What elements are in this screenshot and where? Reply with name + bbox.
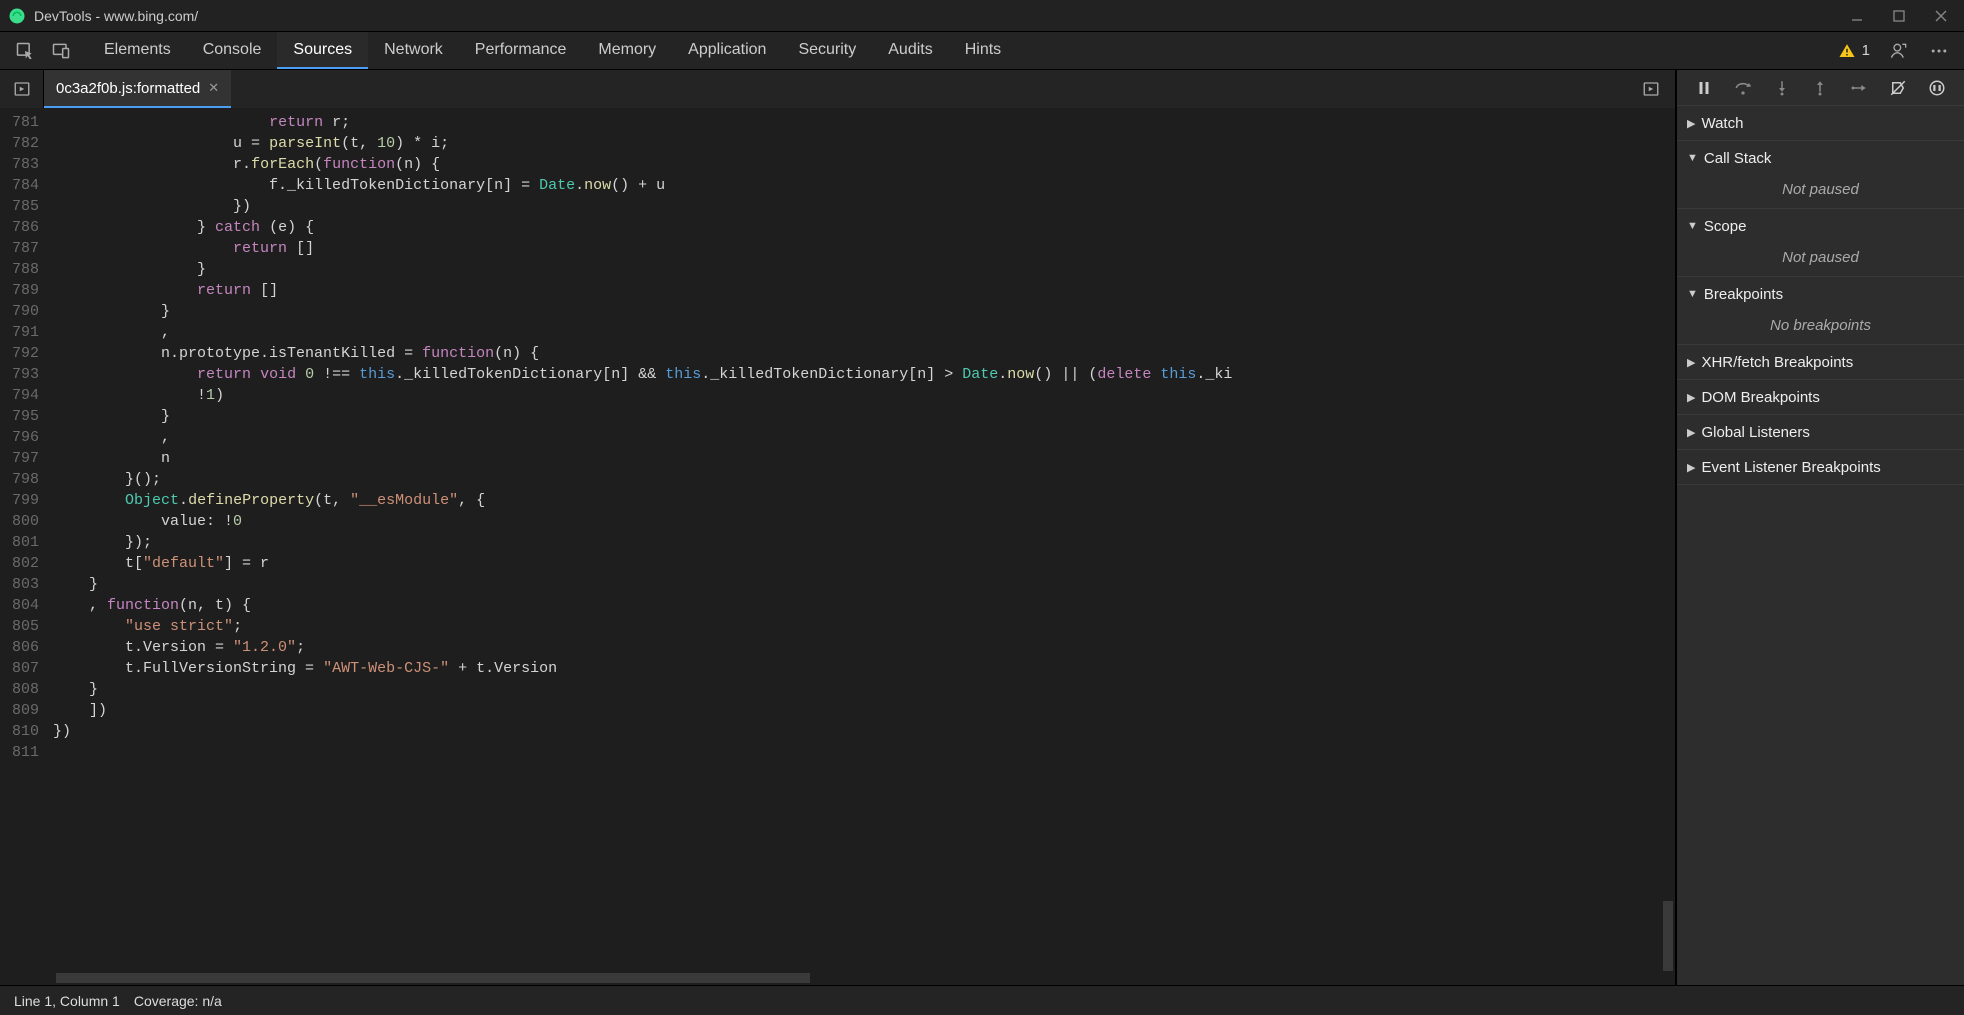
panel-message: Not paused: [1677, 243, 1964, 276]
panel-section: ▶ Watch: [1677, 106, 1964, 141]
chevron-down-icon: ▼: [1687, 288, 1698, 300]
maximize-button[interactable]: [1890, 7, 1908, 25]
main-tab-audits[interactable]: Audits: [872, 32, 948, 69]
warning-indicator[interactable]: 1: [1838, 42, 1870, 60]
panel-label: Watch: [1701, 115, 1743, 132]
deactivate-breakpoints-button[interactable]: [1887, 79, 1909, 97]
main-tab-elements[interactable]: Elements: [88, 32, 187, 69]
panel-message: No breakpoints: [1677, 311, 1964, 344]
main-tab-sources[interactable]: Sources: [277, 32, 368, 69]
file-tab-label: 0c3a2f0b.js:formatted: [56, 80, 200, 97]
main-tab-network[interactable]: Network: [368, 32, 459, 69]
chevron-right-icon: ▶: [1687, 356, 1695, 369]
panel-header[interactable]: ▶ XHR/fetch Breakpoints: [1677, 345, 1964, 379]
main-tab-performance[interactable]: Performance: [459, 32, 583, 69]
main-tab-hints[interactable]: Hints: [949, 32, 1017, 69]
pause-on-exceptions-button[interactable]: [1926, 79, 1948, 97]
panel-label: Global Listeners: [1701, 424, 1809, 441]
panel-header[interactable]: ▼ Scope: [1677, 209, 1964, 243]
element-picker-icon[interactable]: [14, 40, 36, 62]
debugger-toggle-button[interactable]: [1637, 80, 1665, 98]
status-bar: Line 1, Column 1 Coverage: n/a: [0, 985, 1964, 1015]
titlebar: DevTools - www.bing.com/: [0, 0, 1964, 32]
debugger-sidebar: ▶ Watch ▼ Call Stack Not paused ▼ Scope Not pau…: [1676, 70, 1964, 985]
sources-pane: 0c3a2f0b.js:formatted ✕ 7817827837847857…: [0, 70, 1676, 985]
panel-section: ▶ DOM Breakpoints: [1677, 380, 1964, 415]
panel-header[interactable]: ▶ Watch: [1677, 106, 1964, 140]
code-editor[interactable]: 7817827837847857867877887897907917927937…: [0, 108, 1675, 985]
panel-label: Call Stack: [1704, 150, 1772, 167]
feedback-icon[interactable]: [1888, 41, 1910, 61]
main-tab-application[interactable]: Application: [672, 32, 782, 69]
panel-header[interactable]: ▼ Call Stack: [1677, 141, 1964, 175]
main-tabs: ElementsConsoleSourcesNetworkPerformance…: [88, 32, 1017, 69]
panel-section: ▼ Call Stack Not paused: [1677, 141, 1964, 209]
panel-header[interactable]: ▶ Event Listener Breakpoints: [1677, 450, 1964, 484]
panel-label: DOM Breakpoints: [1701, 389, 1819, 406]
horizontal-scrollbar-thumb[interactable]: [56, 973, 810, 983]
warning-count: 1: [1862, 42, 1870, 59]
file-tab[interactable]: 0c3a2f0b.js:formatted ✕: [44, 70, 231, 108]
debugger-controls: [1677, 70, 1964, 106]
status-coverage[interactable]: Coverage: n/a: [134, 993, 222, 1009]
main-tab-security[interactable]: Security: [782, 32, 872, 69]
step-button[interactable]: [1848, 79, 1870, 97]
step-out-button[interactable]: [1809, 79, 1831, 97]
panel-section: ▼ Breakpoints No breakpoints: [1677, 277, 1964, 345]
chevron-down-icon: ▼: [1687, 152, 1698, 164]
navigator-toggle-button[interactable]: [0, 70, 44, 108]
pause-button[interactable]: [1693, 79, 1715, 97]
device-toggle-icon[interactable]: [50, 40, 72, 62]
panel-header[interactable]: ▼ Breakpoints: [1677, 277, 1964, 311]
status-line-col[interactable]: Line 1, Column 1: [14, 993, 120, 1009]
step-into-button[interactable]: [1771, 79, 1793, 97]
line-gutter: 7817827837847857867877887897907917927937…: [0, 108, 47, 985]
chevron-right-icon: ▶: [1687, 391, 1695, 404]
panel-label: XHR/fetch Breakpoints: [1701, 354, 1853, 371]
more-icon[interactable]: [1928, 41, 1950, 61]
panel-label: Breakpoints: [1704, 286, 1783, 303]
panel-message: Not paused: [1677, 175, 1964, 208]
step-over-button[interactable]: [1732, 78, 1754, 98]
chevron-right-icon: ▶: [1687, 117, 1695, 130]
close-icon[interactable]: ✕: [208, 80, 219, 96]
vertical-scrollbar-thumb[interactable]: [1663, 901, 1673, 971]
chevron-right-icon: ▶: [1687, 461, 1695, 474]
panel-section: ▼ Scope Not paused: [1677, 209, 1964, 277]
main-tab-console[interactable]: Console: [187, 32, 278, 69]
main-tabs-bar: ElementsConsoleSourcesNetworkPerformance…: [0, 32, 1964, 70]
minimize-button[interactable]: [1848, 7, 1866, 25]
panel-section: ▶ XHR/fetch Breakpoints: [1677, 345, 1964, 380]
window-title: DevTools - www.bing.com/: [34, 8, 198, 24]
main-tab-memory[interactable]: Memory: [582, 32, 672, 69]
chevron-right-icon: ▶: [1687, 426, 1695, 439]
panel-label: Scope: [1704, 218, 1747, 235]
close-button[interactable]: [1932, 7, 1950, 25]
panel-header[interactable]: ▶ Global Listeners: [1677, 415, 1964, 449]
panel-label: Event Listener Breakpoints: [1701, 459, 1880, 476]
chevron-down-icon: ▼: [1687, 220, 1698, 232]
panel-section: ▶ Global Listeners: [1677, 415, 1964, 450]
code-content[interactable]: return r; u = parseInt(t, 10) * i; r.for…: [47, 108, 1675, 985]
panel-section: ▶ Event Listener Breakpoints: [1677, 450, 1964, 485]
panel-header[interactable]: ▶ DOM Breakpoints: [1677, 380, 1964, 414]
file-tabs-bar: 0c3a2f0b.js:formatted ✕: [0, 70, 1675, 108]
devtools-icon: [8, 7, 26, 25]
